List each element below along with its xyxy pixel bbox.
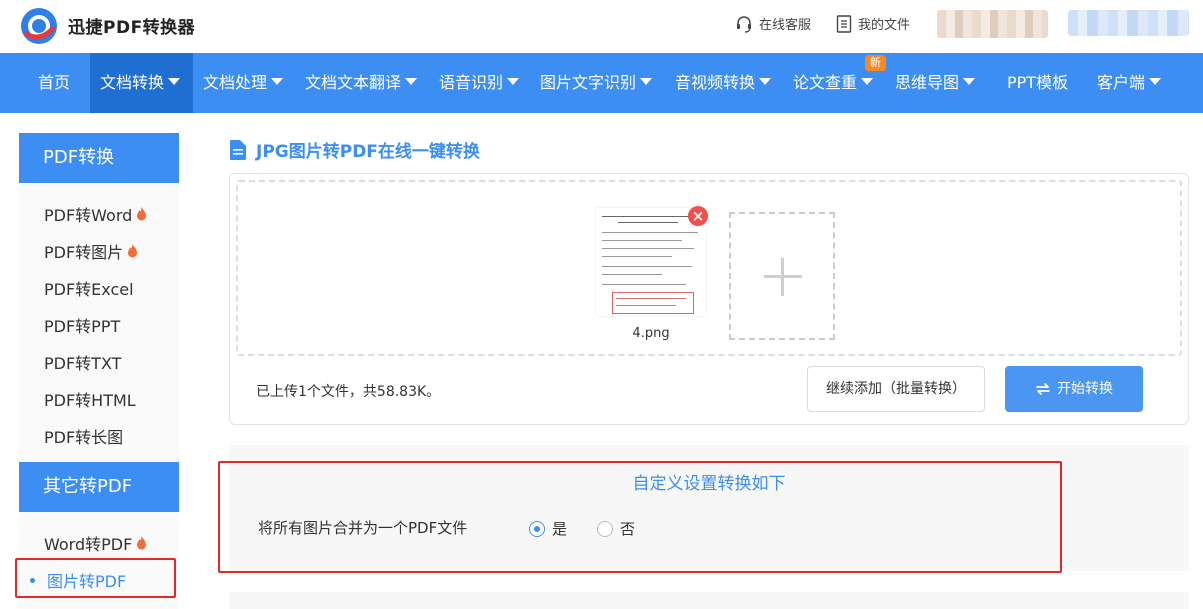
chevron-down-icon	[759, 78, 772, 85]
user-avatar-blurred[interactable]	[937, 10, 1048, 38]
chevron-down-icon	[271, 78, 284, 85]
sidebar-item-label: PDF转Excel	[44, 280, 134, 299]
plus-icon	[764, 258, 802, 296]
document-preview	[596, 208, 706, 316]
user-name-blurred[interactable]	[1068, 10, 1189, 36]
fire-icon	[137, 207, 147, 221]
file-name: 4.png	[632, 326, 670, 341]
sidebar-item-pdf-to-html[interactable]: PDF转HTML	[44, 387, 136, 411]
chevron-down-icon	[861, 78, 874, 85]
file-drop-zone[interactable]: × 4.png	[236, 180, 1182, 356]
online-service-label: 在线客服	[759, 18, 812, 33]
file-thumbnail[interactable]	[596, 206, 706, 318]
sidebar-section-other-to-pdf: 其它转PDF	[19, 462, 179, 512]
nav-paper-check[interactable]: 论文查重	[793, 53, 874, 113]
my-files-label: 我的文件	[858, 18, 911, 33]
sidebar-item-label: Word转PDF	[44, 535, 133, 554]
sidebar-item-pdf-to-image[interactable]: PDF转图片	[44, 239, 138, 263]
sidebar-item-pdf-to-ppt[interactable]: PDF转PPT	[44, 313, 120, 337]
fire-icon	[128, 244, 138, 258]
nav-av-convert[interactable]: 音视频转换	[675, 53, 772, 113]
continue-add-button[interactable]: 继续添加（批量转换）	[807, 366, 985, 412]
nav-doc-convert[interactable]: 文档转换	[90, 53, 193, 113]
top-header: 迅捷PDF转换器 在线客服 我的文件	[0, 0, 1203, 52]
chevron-down-icon	[963, 78, 976, 85]
headset-icon	[737, 15, 751, 33]
remove-file-icon[interactable]: ×	[688, 206, 708, 226]
highlight-box-settings	[218, 461, 1062, 573]
highlight-box-sidebar	[15, 558, 176, 598]
add-file-button[interactable]	[729, 212, 835, 340]
upload-panel: × 4.png 已上传1个文件，共58.83K。 继续添加（批量转换） 开始转换	[229, 173, 1189, 425]
sidebar-section-pdf-convert: PDF转换	[19, 133, 179, 183]
app-logo-icon[interactable]	[18, 6, 60, 46]
nav-speech-recognition[interactable]: 语音识别	[439, 53, 520, 113]
page-title: JPG图片转PDF在线一键转换	[230, 137, 480, 162]
start-convert-label: 开始转换	[1057, 381, 1113, 397]
sidebar-item-label: PDF转Word	[44, 206, 133, 225]
nav-image-ocr[interactable]: 图片文字识别	[540, 53, 653, 113]
sidebar-item-label: PDF转长图	[44, 428, 124, 447]
fire-icon	[137, 536, 147, 550]
upload-status-text: 已上传1个文件，共58.83K。	[256, 384, 441, 400]
chevron-down-icon	[168, 78, 181, 85]
document-icon	[230, 139, 246, 160]
online-service-link[interactable]: 在线客服	[735, 14, 811, 33]
nav-doc-process[interactable]: 文档处理	[203, 53, 284, 113]
nav-mind-map[interactable]: 思维导图	[895, 53, 976, 113]
sidebar-item-label: PDF转图片	[44, 243, 124, 262]
sidebar-item-label: PDF转TXT	[44, 354, 122, 373]
sidebar-item-pdf-to-word[interactable]: PDF转Word	[44, 202, 147, 226]
page-title-text: JPG图片转PDF在线一键转换	[256, 142, 480, 162]
main-nav: 首页 文档转换 文档处理 文档文本翻译 语音识别 图片文字识别 音视频转换 论文…	[0, 53, 1203, 113]
sidebar-item-label: PDF转HTML	[44, 391, 136, 410]
start-convert-button[interactable]: 开始转换	[1005, 366, 1143, 412]
file-icon	[836, 14, 852, 33]
new-badge: 新	[865, 55, 886, 71]
sidebar-item-word-to-pdf[interactable]: Word转PDF	[44, 531, 147, 555]
nav-doc-translate[interactable]: 文档文本翻译	[305, 53, 418, 113]
nav-home[interactable]: 首页	[38, 53, 70, 113]
chevron-down-icon	[507, 78, 520, 85]
sidebar-item-pdf-to-excel[interactable]: PDF转Excel	[44, 276, 134, 300]
chevron-down-icon	[1149, 78, 1162, 85]
my-files-link[interactable]: 我的文件	[836, 14, 910, 33]
nav-ppt-templates[interactable]: PPT模板	[1007, 53, 1068, 113]
next-panel-edge	[229, 592, 1189, 609]
sidebar-item-pdf-to-txt[interactable]: PDF转TXT	[44, 350, 121, 374]
chevron-down-icon	[640, 78, 653, 85]
chevron-down-icon	[405, 78, 418, 85]
nav-client[interactable]: 客户端	[1097, 53, 1162, 113]
convert-arrows-icon	[1036, 383, 1050, 395]
sidebar-item-label: PDF转PPT	[44, 317, 121, 336]
brand-name[interactable]: 迅捷PDF转换器	[68, 13, 195, 38]
sidebar-item-pdf-to-long-image[interactable]: PDF转长图	[44, 424, 123, 448]
